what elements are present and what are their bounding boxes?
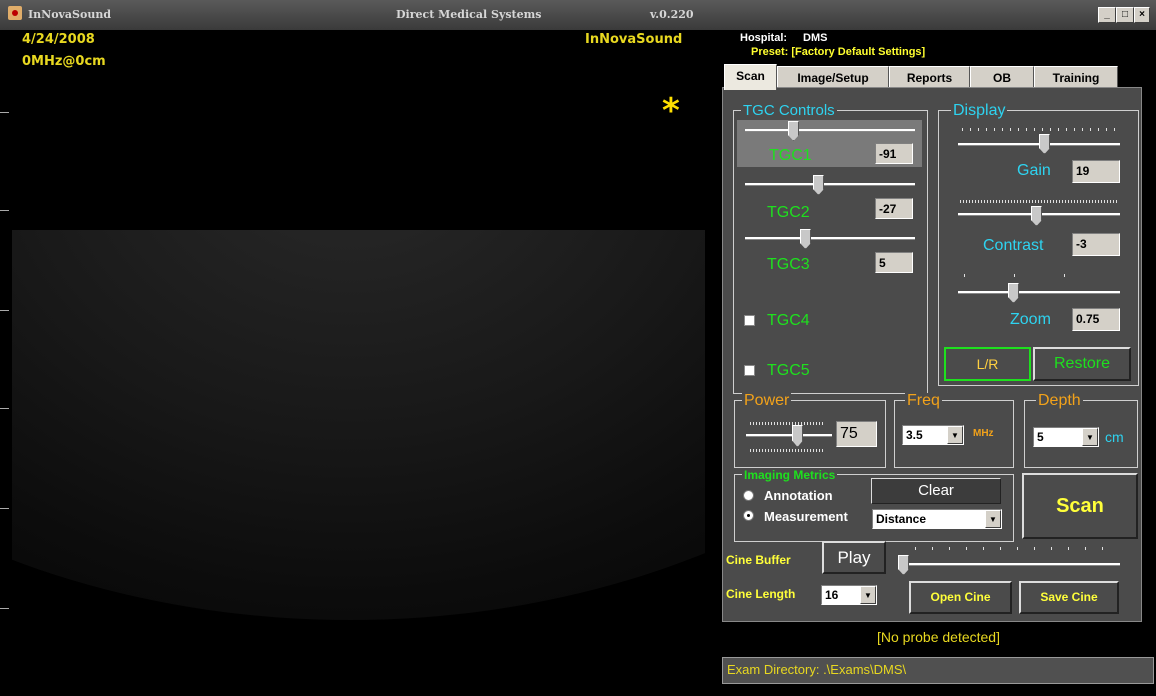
measurement-label: Measurement [764,509,848,524]
zoom-value: 0.75 [1072,308,1120,331]
tab-training[interactable]: Training [1034,66,1118,89]
depth-unit: cm [1105,429,1124,445]
open-cine-button[interactable]: Open Cine [909,581,1012,614]
measure-type-value: Distance [876,512,927,526]
cine-length-select[interactable]: 16 ▼ [821,585,877,605]
app-icon[interactable] [8,6,22,20]
cine-length-value: 16 [825,588,839,602]
play-button[interactable]: Play [822,541,886,574]
power-title: Power [742,392,792,409]
zoom-slider-track[interactable] [958,291,1120,294]
tab-scan[interactable]: Scan [724,64,777,90]
tgc3-value: 5 [875,252,913,273]
gain-label: Gain [1017,162,1051,179]
lr-button[interactable]: L/R [944,347,1031,381]
brand-overlay: InNovaSound [585,32,683,47]
tgc3-label: TGC3 [767,256,810,273]
contrast-value: -3 [1072,233,1120,256]
depth-tick [0,112,9,113]
exam-directory-bar: Exam Directory: .\Exams\DMS\ [722,657,1154,684]
preset-label: Preset: [Factory Default Settings] [751,46,926,58]
gain-value: 19 [1072,160,1120,183]
depth-select-value: 5 [1037,430,1044,444]
tgc3-slider-track[interactable] [745,237,915,240]
tgc1-value: -91 [875,143,913,164]
restore-button[interactable]: Restore [1033,347,1131,381]
measure-type-select[interactable]: Distance ▼ [872,509,1002,529]
hospital-label: Hospital: [740,32,788,44]
tgc2-value: -27 [875,198,913,219]
chevron-down-icon[interactable]: ▼ [947,426,963,444]
chevron-down-icon[interactable]: ▼ [860,586,876,604]
cine-buffer-label: Cine Buffer [726,553,791,567]
tgc2-slider-track[interactable] [745,183,915,186]
depth-title: Depth [1036,392,1083,409]
depth-select[interactable]: 5 ▼ [1033,427,1099,447]
title-bar: InNovaSound Direct Medical Systems v.0.2… [0,0,1156,30]
exam-date: 4/24/2008 [22,32,95,47]
ultrasound-image-area[interactable] [0,30,705,696]
tgc4-checkbox[interactable] [744,315,755,326]
contrast-label: Contrast [983,237,1044,254]
company-name: Direct Medical Systems [396,8,542,21]
exam-directory-text: Exam Directory: .\Exams\DMS\ [727,662,907,677]
power-slider-track[interactable] [746,434,832,437]
lr-label: L/R [976,356,999,372]
chevron-down-icon[interactable]: ▼ [1082,428,1098,446]
imaging-metrics-title: Imaging Metrics [742,468,838,482]
focus-marker: * [662,91,680,131]
contrast-ticks [960,200,1118,203]
minimize-button[interactable]: _ [1098,7,1116,23]
tgc2-label: TGC2 [767,204,810,221]
gain-ticks [962,128,1118,131]
scan-button[interactable]: Scan [1022,473,1138,539]
annotation-label: Annotation [764,488,833,503]
save-cine-button[interactable]: Save Cine [1019,581,1119,614]
probe-status: [No probe detected] [877,629,1000,645]
close-button[interactable]: × [1134,7,1150,23]
tgc4-label: TGC4 [767,312,810,329]
version-label: v.0.220 [650,8,694,21]
freq-unit: MHz [973,428,994,439]
power-value: 75 [836,421,877,447]
zoom-label: Zoom [1010,311,1051,328]
depth-tick [0,508,9,509]
hospital-value: DMS [803,32,828,44]
tgc1-label: TGC1 [769,147,812,164]
power-ticks-bottom [750,449,824,452]
zoom-ticks [964,274,1114,277]
depth-tick [0,408,9,409]
tab-image-setup[interactable]: Image/Setup [777,66,889,89]
scan-sector-top-mask [0,30,705,230]
cine-length-label: Cine Length [726,587,796,601]
tgc5-checkbox[interactable] [744,365,755,376]
cine-slider-track[interactable] [898,563,1120,566]
clear-button[interactable]: Clear [871,478,1001,504]
depth-tick [0,608,9,609]
freq-depth-readout: 0MHz@0cm [22,54,106,69]
power-ticks-top [750,422,824,425]
app-title: InNovaSound [28,8,112,21]
tgc1-slider-track[interactable] [745,129,915,132]
freq-select[interactable]: 3.5 ▼ [902,425,964,445]
freq-title: Freq [905,392,942,409]
chevron-down-icon[interactable]: ▼ [985,510,1001,528]
tgc-controls-title: TGC Controls [741,102,837,119]
freq-select-value: 3.5 [906,428,923,442]
measurement-radio[interactable] [743,510,754,521]
tgc5-label: TGC5 [767,362,810,379]
tab-reports[interactable]: Reports [889,66,970,89]
depth-tick [0,210,9,211]
annotation-radio[interactable] [743,490,754,501]
maximize-button[interactable]: □ [1116,7,1134,23]
depth-scale [0,30,12,696]
tab-ob[interactable]: OB [970,66,1034,89]
depth-tick [0,310,9,311]
display-title: Display [951,102,1008,119]
cine-ticks [915,547,1115,550]
